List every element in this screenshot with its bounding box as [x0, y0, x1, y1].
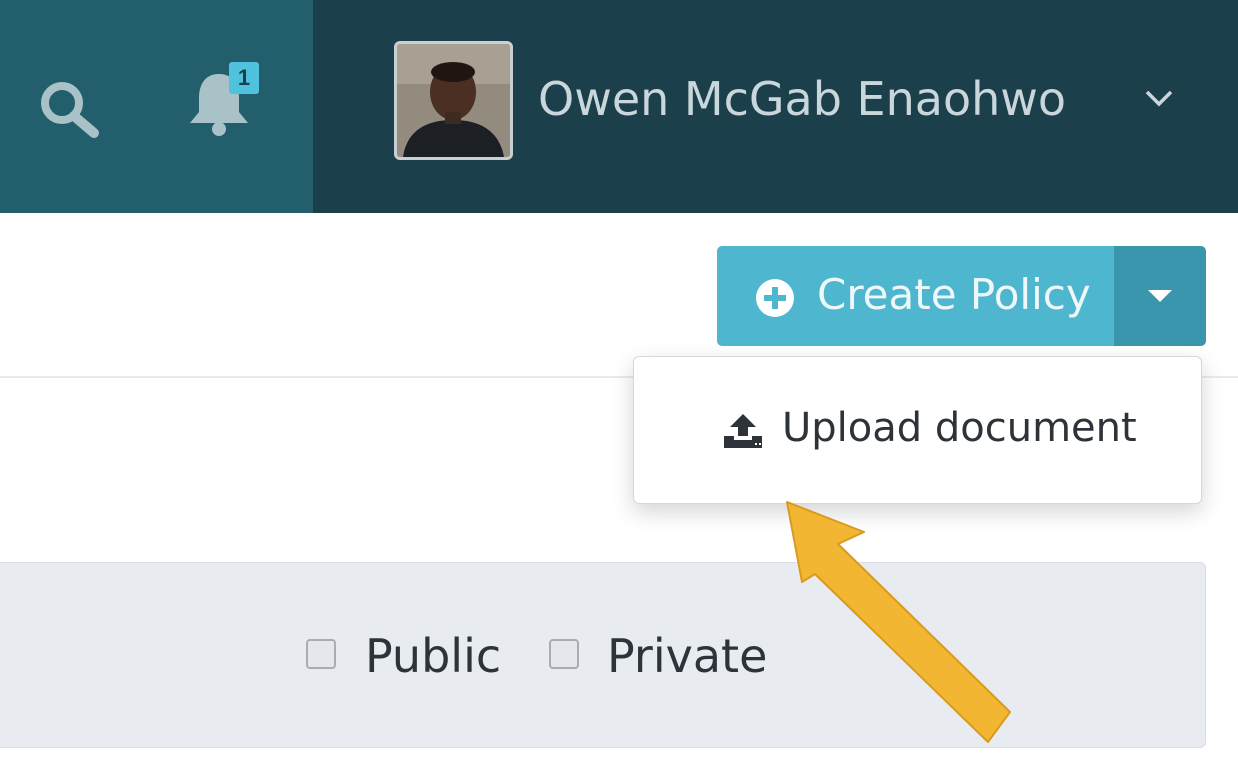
- private-label: Private: [607, 629, 768, 683]
- public-checkbox[interactable]: [306, 639, 336, 669]
- notification-count-badge: 1: [229, 62, 259, 94]
- chevron-down-icon[interactable]: [1143, 86, 1175, 110]
- caret-down-icon: [1148, 290, 1172, 302]
- avatar[interactable]: [394, 41, 513, 160]
- visibility-filter-panel: Public Private: [0, 562, 1206, 748]
- upload-document-label: Upload document: [782, 405, 1137, 451]
- user-name[interactable]: Owen McGab Enaohwo: [538, 72, 1066, 126]
- create-policy-button[interactable]: Create Policy: [717, 246, 1114, 346]
- top-navigation-bar: 1 Owen McGab Enaohwo: [0, 0, 1238, 213]
- create-policy-dropdown-menu: Upload document: [633, 356, 1202, 504]
- search-icon[interactable]: [36, 78, 102, 140]
- upload-icon: [724, 414, 762, 448]
- create-policy-dropdown-toggle[interactable]: [1114, 246, 1206, 346]
- plus-circle-icon: [756, 279, 794, 317]
- create-policy-label: Create Policy: [817, 270, 1091, 319]
- profile-photo: [397, 44, 510, 157]
- private-checkbox[interactable]: [549, 639, 579, 669]
- public-label: Public: [365, 629, 502, 683]
- upload-document-menu-item[interactable]: Upload document: [634, 357, 1201, 503]
- header-tools-area: 1: [0, 0, 313, 213]
